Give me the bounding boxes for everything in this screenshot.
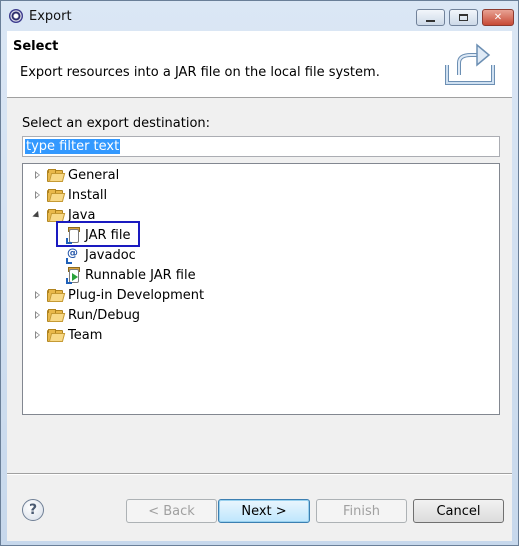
tree-item-label: Install bbox=[68, 187, 108, 203]
filter-text: type filter text bbox=[25, 139, 121, 154]
expand-arrow-icon[interactable] bbox=[33, 291, 41, 299]
open-folder-icon bbox=[47, 209, 66, 222]
help-icon: ? bbox=[28, 502, 38, 518]
page-title: Select bbox=[13, 39, 59, 54]
tree-item-team[interactable]: Team bbox=[33, 325, 102, 345]
window-title: Export bbox=[29, 9, 72, 24]
close-button[interactable]: ✕ bbox=[482, 9, 514, 26]
javadoc-icon: @ bbox=[66, 246, 80, 264]
tree-item-plugin-development[interactable]: Plug-in Development bbox=[33, 285, 204, 305]
eclipse-icon bbox=[9, 9, 23, 23]
expand-arrow-icon[interactable] bbox=[33, 191, 41, 199]
minimize-button[interactable] bbox=[416, 9, 445, 26]
tree-item-install[interactable]: Install bbox=[33, 185, 107, 205]
close-icon: ✕ bbox=[493, 12, 503, 23]
page-description: Export resources into a JAR file on the … bbox=[20, 65, 380, 80]
runnable-jar-icon bbox=[66, 267, 80, 284]
folder-icon bbox=[47, 169, 66, 182]
destination-label: Select an export destination: bbox=[22, 116, 211, 131]
tree-item-label: Plug-in Development bbox=[68, 287, 205, 303]
maximize-icon bbox=[459, 14, 468, 21]
destination-tree[interactable]: General Install Java JAR file @ Javadoc bbox=[22, 163, 500, 415]
tree-item-general[interactable]: General bbox=[33, 165, 119, 185]
title-bar[interactable]: Export ✕ bbox=[1, 1, 518, 31]
tree-item-runnable-jar[interactable]: Runnable JAR file bbox=[66, 265, 196, 285]
back-button[interactable]: < Back bbox=[126, 499, 217, 523]
tree-item-label: General bbox=[68, 167, 120, 183]
folder-icon bbox=[47, 329, 66, 342]
separator bbox=[7, 473, 512, 475]
selection-highlight bbox=[56, 221, 140, 247]
tree-item-label: Javadoc bbox=[85, 247, 136, 263]
tree-item-label: Team bbox=[68, 327, 103, 343]
help-button[interactable]: ? bbox=[22, 499, 44, 521]
collapse-arrow-icon[interactable] bbox=[32, 210, 42, 221]
expand-arrow-icon[interactable] bbox=[33, 311, 41, 319]
export-dialog: Export ✕ Select Export resources into a … bbox=[0, 0, 519, 546]
next-button[interactable]: Next > bbox=[218, 499, 310, 523]
tree-item-javadoc[interactable]: @ Javadoc bbox=[66, 245, 136, 265]
finish-button[interactable]: Finish bbox=[316, 499, 407, 523]
tree-item-label: Run/Debug bbox=[68, 307, 141, 323]
folder-icon bbox=[47, 189, 66, 202]
expand-arrow-icon[interactable] bbox=[33, 331, 41, 339]
folder-icon bbox=[47, 309, 66, 322]
expand-arrow-icon[interactable] bbox=[33, 171, 41, 179]
maximize-button[interactable] bbox=[449, 9, 478, 26]
dialog-body: Select Export resources into a JAR file … bbox=[7, 31, 512, 541]
export-icon bbox=[445, 43, 495, 85]
cancel-button[interactable]: Cancel bbox=[413, 499, 504, 523]
tree-item-run-debug[interactable]: Run/Debug bbox=[33, 305, 140, 325]
wizard-banner: Select Export resources into a JAR file … bbox=[7, 31, 512, 98]
filter-input[interactable]: type filter text bbox=[22, 136, 500, 157]
folder-icon bbox=[47, 289, 66, 302]
tree-item-label: Runnable JAR file bbox=[85, 267, 196, 283]
minimize-icon bbox=[426, 19, 435, 22]
